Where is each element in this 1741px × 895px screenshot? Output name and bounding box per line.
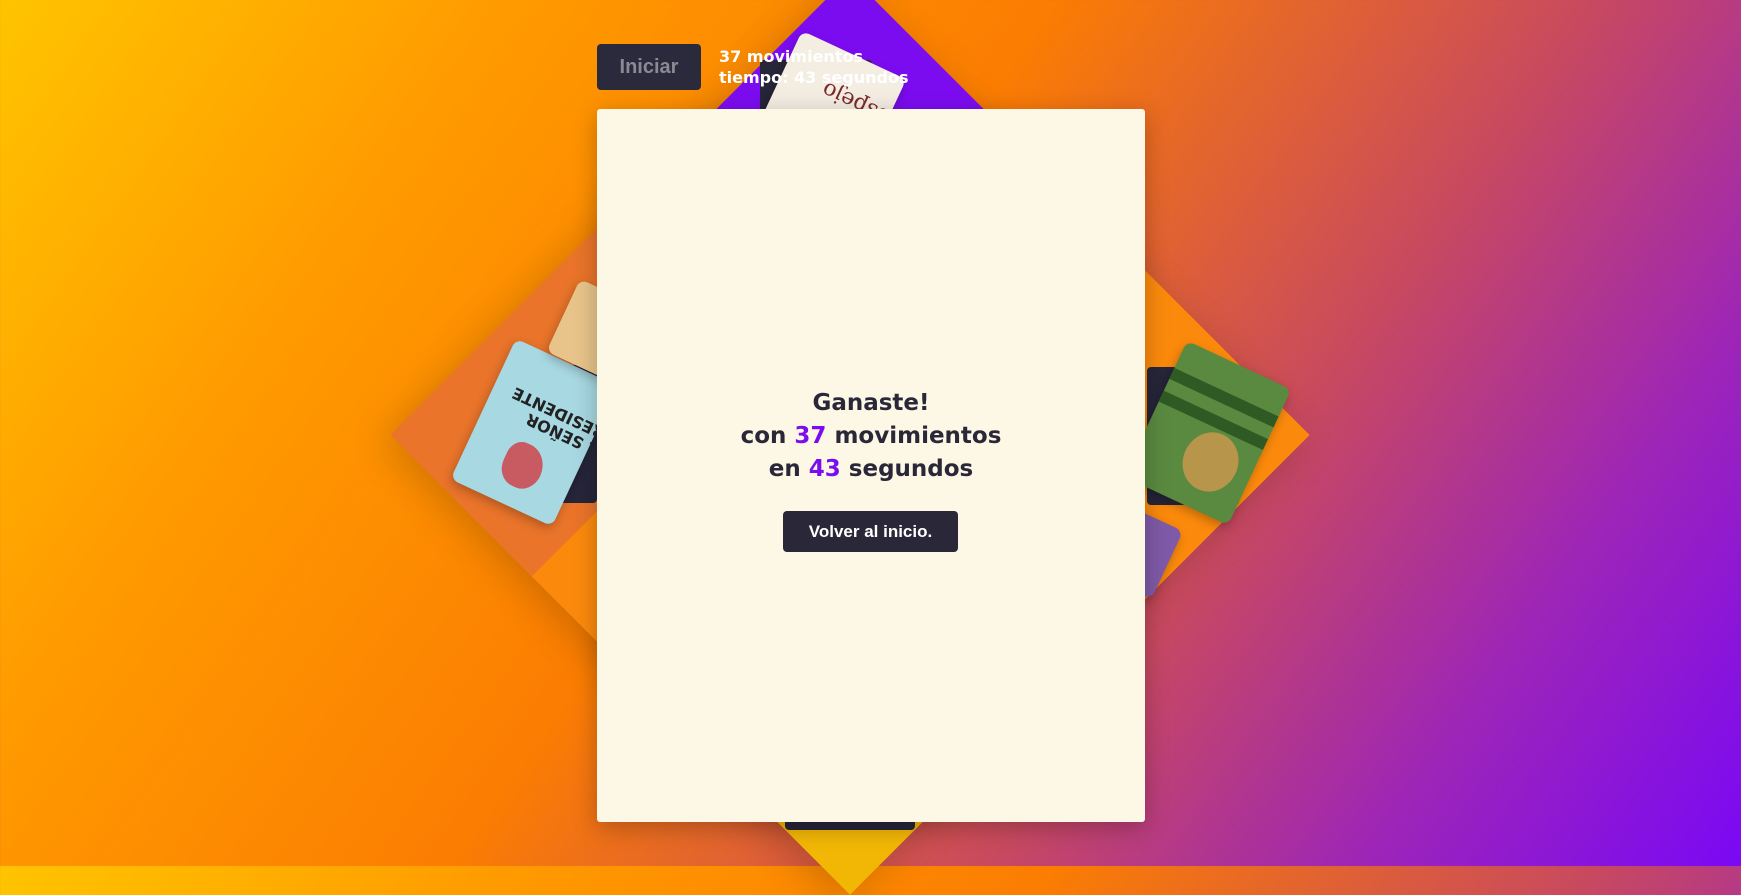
win-message: Ganaste! con 37 movimientos en 43 segund… bbox=[597, 387, 1145, 486]
moves-value: 37 bbox=[794, 423, 827, 449]
time-value: 43 bbox=[808, 456, 841, 482]
moves-line: con 37 movimientos bbox=[597, 420, 1145, 453]
moves-prefix: con bbox=[740, 423, 787, 449]
win-modal: Ganaste! con 37 movimientos en 43 segund… bbox=[597, 109, 1145, 822]
start-button[interactable]: Iniciar bbox=[597, 44, 701, 90]
time-suffix: segundos bbox=[848, 456, 974, 482]
moves-counter: 37 movimientos bbox=[719, 47, 863, 66]
time-line: en 43 segundos bbox=[597, 453, 1145, 486]
game-toolbar: Iniciar 37 movimientos tiempo: 43 segund… bbox=[597, 44, 908, 90]
time-counter: tiempo: 43 segundos bbox=[719, 68, 909, 87]
game-stats: 37 movimientos tiempo: 43 segundos bbox=[719, 46, 908, 88]
bird-illustration-icon bbox=[495, 437, 551, 495]
win-title: Ganaste! bbox=[812, 390, 930, 416]
time-prefix: en bbox=[768, 456, 801, 482]
moves-suffix: movimientos bbox=[834, 423, 1002, 449]
back-to-start-button[interactable]: Volver al inicio. bbox=[783, 511, 958, 552]
